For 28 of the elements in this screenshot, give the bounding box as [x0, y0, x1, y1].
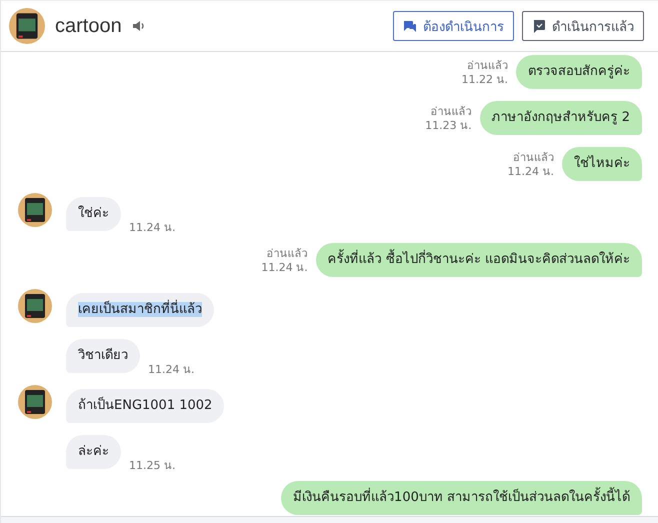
- message-bubble: ภาษาอังกฤษสำหรับครู 2: [480, 101, 642, 135]
- message-bubble: ใช่ไหมค่ะ: [562, 147, 642, 181]
- status-button[interactable]: ต้องดำเนินการ: [393, 11, 514, 41]
- message-time: 11.23 น.: [425, 119, 472, 133]
- message-bubble: มีเงินคืนรอบที่แล้ว100บาท สามารถใช้เป็นส่วนลดในครั้งนี้ได้: [281, 481, 642, 515]
- chat-bubbles-icon: [403, 19, 417, 33]
- message-bubble: เคยเป็นสมาชิกที่นี่แล้ว: [66, 293, 214, 327]
- speaker-icon[interactable]: [132, 20, 146, 32]
- message-time: 11.24 น.: [261, 261, 308, 275]
- message-bubble: วิชาเดียว: [66, 339, 140, 373]
- contact-name: cartoon: [55, 14, 122, 38]
- message-bubble: ครั้งที่แล้ว ซื้อไปกี่วิชานะค่ะ แอดมินจะคิดส่วนลดให้ค่ะ: [316, 243, 642, 277]
- message-bubble: ถ้าเป็นENG1001 1002: [66, 389, 224, 423]
- read-receipt: อ่านแล้ว: [430, 105, 472, 119]
- input-bar[interactable]: [1, 516, 658, 523]
- message-bubble: ใช่ค่ะ: [66, 197, 121, 231]
- read-receipt: อ่านแล้ว: [266, 247, 308, 261]
- message-time: 11.25 น.: [129, 459, 176, 473]
- message-time: 11.24 น.: [129, 221, 176, 235]
- message-time: 11.24 น.: [148, 363, 194, 377]
- message-time: 11.24 น.: [508, 165, 554, 179]
- status-button[interactable]: ดำเนินการแล้ว: [522, 11, 644, 41]
- chat-bubble-icon: [532, 19, 546, 33]
- message-time: 11.22 น.: [462, 73, 508, 87]
- read-receipt: อ่านแล้ว: [467, 59, 508, 73]
- message-bubble: ตรวจสอบสักครู่ค่ะ: [516, 55, 642, 89]
- message-bubble: ล่ะค่ะ: [66, 435, 121, 469]
- read-receipt: อ่านแล้ว: [513, 151, 554, 165]
